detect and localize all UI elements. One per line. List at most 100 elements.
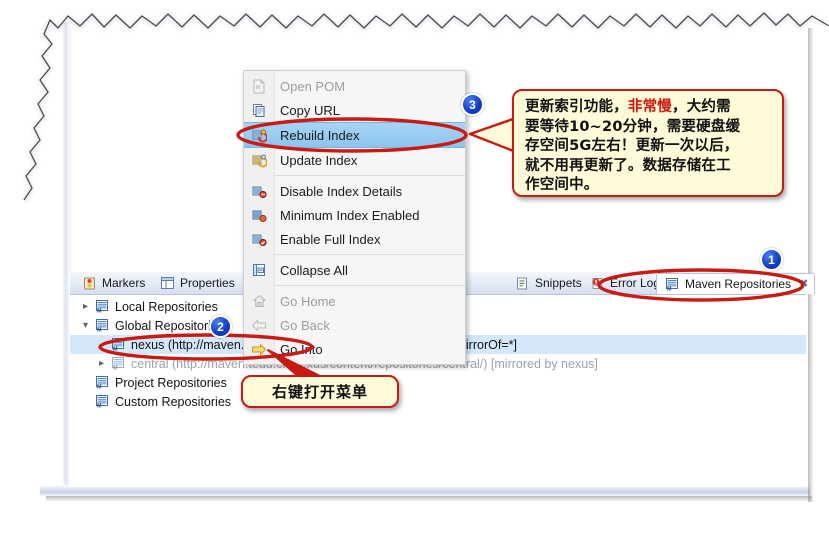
menu-item-update-index[interactable]: Update Index [244,148,465,172]
svg-text:M: M [97,404,102,408]
bottom-white-strip [0,524,829,543]
window-shadow-right [808,28,814,502]
tab-label: Markers [102,276,146,290]
table-row[interactable]: ▸ M Project Repositories [70,373,806,392]
menu-item-label: Go Into [280,341,323,357]
maven-repo-icon: M [93,395,111,408]
tab-label: Error Log [610,276,661,290]
menu-separator [274,175,465,176]
svg-text:M: M [97,328,102,332]
maven-repositories-icon: M [663,277,681,291]
menu-item-collapse-all[interactable]: Collapse All [244,258,465,282]
badge-3: 3 [461,93,484,116]
chevron-down-icon[interactable]: ▾ [78,320,93,331]
copy-icon [244,103,274,118]
tree-row-label: Project Repositories [115,375,227,390]
svg-text:M: M [256,85,260,91]
chevron-placeholder-icon: ▸ [78,339,93,350]
menu-item-label: Disable Index Details [280,183,403,199]
menu-item-enable-full-index[interactable]: Enable Full Index [244,227,465,251]
menu-item-copy-url[interactable]: Copy URL [244,98,465,122]
maven-repo-icon: M [93,376,111,389]
properties-icon [158,277,176,289]
callout-small-text: 右键打开菜单 [271,383,368,401]
menu-item-go-home[interactable]: Go Home [244,289,465,313]
update-index-icon [244,153,274,168]
torn-left-edge [24,200,30,543]
tab-label: Maven Repositories [685,277,792,291]
callout-right-click-hint: 右键打开菜单 [241,375,399,408]
menu-item-label: Go Home [280,293,336,309]
close-icon[interactable]: ✖ [799,278,808,290]
chevron-placeholder-icon: ▸ [78,396,93,407]
chevron-right-icon[interactable]: ▸ [78,301,93,312]
tab-label: Snippets [535,276,582,290]
callout-update-index-note: 更新索引功能，非常慢，大约需 要等待10~20分钟，需要硬盘缓 存空间5G左右！… [512,89,784,197]
menu-item-disable-index-details[interactable]: Disable Index Details [244,179,465,203]
maven-repo-icon: M [109,338,127,351]
menu-item-label: Copy URL [280,102,340,118]
index-details-icon [244,184,274,199]
minimum-index-icon [244,208,274,223]
chevron-placeholder-icon: ▸ [78,377,93,388]
menu-item-label: Go Back [280,317,330,333]
error-log-icon [588,277,606,290]
tree-row-label: Local Repositories [115,299,218,314]
go-into-arrow-icon [244,342,274,356]
menu-item-go-back[interactable]: Go Back [244,313,465,337]
badge-1: 1 [760,248,783,271]
maven-repo-icon: M [93,300,111,313]
full-index-icon [244,232,274,247]
menu-item-label: Minimum Index Enabled [280,207,420,223]
tab-label: Properties [180,276,235,290]
menu-item-rebuild-index[interactable]: Rebuild Index [244,122,465,148]
menu-item-minimum-index-enabled[interactable]: Minimum Index Enabled [244,203,465,227]
pom-file-icon: M [244,79,274,94]
table-row[interactable]: ▸ M Custom Repositories [70,392,806,411]
callout-line-1a: 更新索引功能， [525,99,628,115]
svg-text:M: M [97,385,102,389]
window-shadow-bottom [46,496,812,502]
home-icon [244,294,274,308]
menu-item-label: Collapse All [280,262,348,278]
tab-error-log[interactable]: Error Log [582,273,666,293]
callout-line-3: 存空间5G左右！更新一次以后， [525,138,739,155]
menu-separator [274,285,465,286]
menu-separator [274,254,465,255]
markers-icon [80,277,98,290]
screenshot-frame: Markers Properties Snippets Error Log M … [0,0,829,543]
tab-properties[interactable]: Properties [152,273,241,293]
svg-text:M: M [113,347,118,351]
right-white-strip [818,26,829,543]
chevron-right-icon[interactable]: ▸ [94,358,109,369]
badge-2: 2 [209,315,232,338]
menu-item-label: Open POM [280,78,346,94]
svg-text:M: M [667,286,672,290]
tree-row-label: Custom Repositories [115,394,232,409]
tree-row-label: Global Repositories [115,318,225,333]
snippets-icon [513,277,531,290]
callout-line-1: 更新索引功能，非常慢，大约需 [525,98,773,118]
tab-markers[interactable]: Markers [74,273,151,293]
maven-repo-icon: M [93,319,111,332]
left-white-strip [0,200,24,543]
maven-repo-icon: M [109,357,127,370]
svg-text:M: M [113,366,118,370]
back-arrow-icon [244,318,274,332]
callout-line-5: 作空间中。 [525,177,599,194]
callout-line-1-emphasis: 非常慢 [627,99,673,115]
window-left-rail [62,22,70,490]
tab-snippets[interactable]: Snippets [507,273,588,293]
svg-text:M: M [97,309,102,313]
callout-line-4: 就不用再更新了。数据存储在工 [525,157,731,174]
tab-maven-repositories[interactable]: M Maven Repositories ✖ [656,273,816,294]
context-menu: M Open POM Copy URL Rebuild Index Update… [243,70,466,365]
menu-item-open-pom[interactable]: M Open POM [244,74,465,98]
rebuild-index-icon [244,128,274,143]
menu-item-label: Rebuild Index [280,127,360,143]
menu-item-go-into[interactable]: Go Into [244,337,465,361]
callout-line-1b: ，大约需 [672,99,731,115]
callout-line-2: 要等待10~20分钟，需要硬盘缓 [525,118,741,135]
menu-item-label: Update Index [280,152,358,168]
menu-item-label: Enable Full Index [280,231,381,247]
